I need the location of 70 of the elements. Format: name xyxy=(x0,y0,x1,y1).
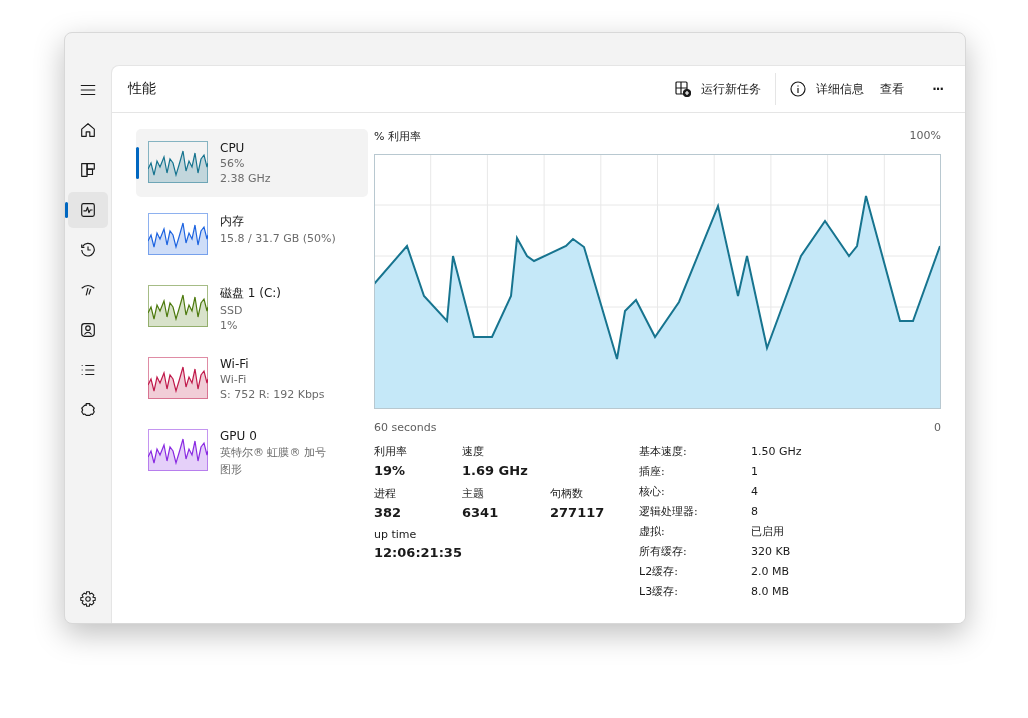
axis-label: % 利用率 xyxy=(374,129,421,144)
spec-value: 1 xyxy=(751,464,759,480)
spec-value: 2.0 MB xyxy=(751,564,791,580)
stat-label: 速度 xyxy=(462,444,485,459)
toolbar-button[interactable]: 查看 xyxy=(872,73,913,105)
spec-value: 1.50 GHz xyxy=(751,444,802,460)
device-detail: 56% xyxy=(220,157,246,170)
axis-label: 60 seconds xyxy=(374,421,437,434)
device-detail: SSD xyxy=(220,304,244,317)
device-detail: 1% xyxy=(220,319,239,332)
device-name: CPU xyxy=(220,141,246,155)
spec-value: 320 KB xyxy=(751,544,792,560)
device-item[interactable]: 磁盘 1 (C:) SSD 1% xyxy=(136,273,368,341)
home-icon xyxy=(79,121,97,139)
settings-icon xyxy=(79,590,97,608)
stat-label: 句柄数 xyxy=(550,486,584,501)
spec-label: L2缓存: xyxy=(639,564,679,580)
usage-sparkline xyxy=(148,285,208,327)
user-icon xyxy=(79,321,97,339)
stat-label: 利用率 xyxy=(374,444,408,459)
spec-label: 基本速度: xyxy=(639,444,688,460)
usage-sparkline xyxy=(148,213,208,255)
device-detail: 英特尔® 虹膜® 加号 xyxy=(220,445,326,460)
device-detail: S: 752 R: 192 Kbps xyxy=(220,388,325,401)
spec-label: 所有缓存: xyxy=(639,544,688,560)
stat-label: 主题 xyxy=(462,486,485,501)
device-detail: 图形 xyxy=(220,462,243,477)
stat-label: up time xyxy=(374,528,418,541)
usage-sparkline xyxy=(148,429,208,471)
device-detail: 2.38 GHz xyxy=(220,172,271,185)
stat-label: 进程 xyxy=(374,486,397,501)
spec-value: 8 xyxy=(751,504,759,520)
apps-icon xyxy=(79,161,97,179)
spec-value: 8.0 MB xyxy=(751,584,791,600)
device-name: 磁盘 1 (C:) xyxy=(220,285,282,302)
stat-value: 382 xyxy=(374,505,403,520)
spec-label: 核心: xyxy=(639,484,666,500)
device-item[interactable]: GPU 0 英特尔® 虹膜® 加号 图形 xyxy=(136,417,368,485)
spec-label: 逻辑处理器: xyxy=(639,504,699,520)
nav-item[interactable] xyxy=(68,192,108,228)
stat-value: 19% xyxy=(374,463,407,478)
stat-value: 277117 xyxy=(550,505,606,520)
spec-label: 插座: xyxy=(639,464,666,480)
spec-value: 已启用 xyxy=(751,524,785,540)
device-name: 内存 xyxy=(220,213,245,230)
info-icon xyxy=(790,81,807,97)
spec-label: L3缓存: xyxy=(639,584,679,600)
toolbar-button[interactable]: 运行新任务 xyxy=(667,73,770,105)
stat-value: 1.69 GHz xyxy=(462,463,529,478)
device-item[interactable]: CPU 56% 2.38 GHz xyxy=(136,129,368,197)
device-item[interactable]: 内存 15.8 / 31.7 GB (50%) xyxy=(136,201,368,269)
device-name: GPU 0 xyxy=(220,429,258,443)
usage-sparkline xyxy=(148,141,208,183)
usage-sparkline xyxy=(148,357,208,399)
device-detail: Wi-Fi xyxy=(220,373,248,386)
pulse-icon xyxy=(79,201,97,219)
spec-value: 4 xyxy=(751,484,759,500)
spec-label: 虚拟: xyxy=(639,524,666,540)
axis-label: 100% xyxy=(909,129,941,144)
new-task-icon xyxy=(675,81,692,97)
stat-value: 12:06:21:35 xyxy=(374,545,462,560)
history-icon xyxy=(79,241,97,259)
device-name: Wi-Fi xyxy=(220,357,250,371)
device-item[interactable]: Wi-Fi Wi-Fi S: 752 R: 192 Kbps xyxy=(136,345,368,413)
stat-value: 6341 xyxy=(462,505,500,520)
device-detail: 15.8 / 31.7 GB (50%) xyxy=(220,232,336,245)
axis-label: 0 xyxy=(934,421,941,434)
toolbar-button[interactable]: 详细信息 xyxy=(782,73,873,105)
page-title: 性能 xyxy=(128,80,157,98)
more-button[interactable]: ··· xyxy=(924,73,951,105)
